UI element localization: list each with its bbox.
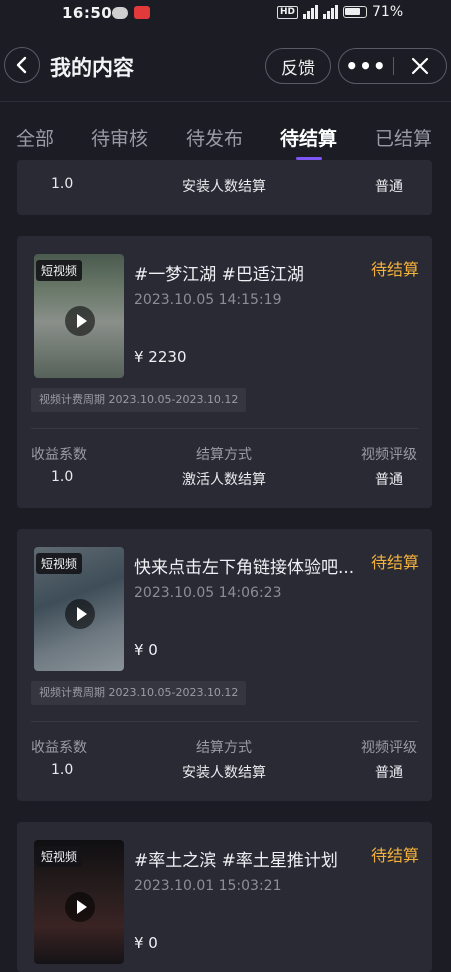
chevron-left-icon bbox=[16, 56, 27, 74]
close-button[interactable] bbox=[394, 49, 446, 83]
back-button[interactable] bbox=[4, 47, 40, 83]
notification-icons bbox=[112, 6, 150, 19]
close-icon bbox=[411, 57, 429, 75]
battery-icon bbox=[343, 6, 368, 18]
method-value: 激活人数结算 bbox=[182, 472, 266, 488]
short-video-tag: 短视频 bbox=[36, 846, 83, 867]
method-label: 结算方式 bbox=[196, 447, 252, 463]
status-right: HD 71% bbox=[277, 4, 403, 20]
play-icon bbox=[65, 892, 95, 922]
video-thumbnail[interactable]: 短视频 bbox=[34, 840, 124, 964]
short-video-tag: 短视频 bbox=[36, 260, 83, 281]
more-button[interactable]: ••• bbox=[339, 49, 393, 83]
status-badge: 待结算 bbox=[371, 553, 420, 572]
status-bar: 16:50 HD 71% bbox=[0, 0, 451, 26]
play-icon bbox=[65, 306, 95, 336]
signal-5g-icon bbox=[323, 5, 339, 19]
tab-under-review[interactable]: 待审核 bbox=[91, 124, 148, 151]
rating-value: 普通 bbox=[375, 179, 403, 195]
card-title: #率土之滨 #率土星推计划 bbox=[134, 851, 338, 871]
coef-value: 1.0 bbox=[51, 762, 74, 778]
rating-value: 普通 bbox=[375, 472, 403, 488]
rating-label: 视频评级 bbox=[361, 447, 417, 463]
card-date: 2023.10.01 15:03:21 bbox=[134, 878, 282, 894]
tab-to-publish[interactable]: 待发布 bbox=[186, 124, 243, 151]
content-card[interactable]: 短视频 #一梦江湖 #巴适江湖 待结算 2023.10.05 14:15:19 … bbox=[17, 236, 432, 508]
video-thumbnail[interactable]: 短视频 bbox=[34, 254, 124, 378]
wechat-icon bbox=[112, 6, 128, 19]
status-time: 16:50 bbox=[62, 4, 113, 22]
card-title: #一梦江湖 #巴适江湖 bbox=[134, 265, 304, 285]
header: 我的内容 反馈 ••• bbox=[0, 44, 451, 92]
card-date: 2023.10.05 14:15:19 bbox=[134, 292, 282, 308]
status-badge: 待结算 bbox=[371, 846, 420, 865]
card-date: 2023.10.05 14:06:23 bbox=[134, 585, 282, 601]
rating-value: 普通 bbox=[375, 765, 403, 781]
feedback-button[interactable]: 反馈 bbox=[265, 48, 331, 84]
card-price: ¥ 2230 bbox=[134, 348, 187, 366]
card-divider bbox=[31, 721, 418, 722]
hd-icon: HD bbox=[277, 5, 299, 19]
method-value: 安装人数结算 bbox=[182, 765, 266, 781]
method-label: 结算方式 bbox=[196, 740, 252, 756]
coef-label: 收益系数 bbox=[31, 447, 87, 463]
coef-value: 1.0 bbox=[51, 176, 74, 192]
billing-period: 视频计费周期 2023.10.05-2023.10.12 bbox=[31, 388, 247, 412]
tab-bar: 全部 待审核 待发布 待结算 已结算 bbox=[0, 124, 451, 158]
method-value: 安装人数结算 bbox=[182, 179, 266, 195]
tab-pending-settlement[interactable]: 待结算 bbox=[280, 124, 337, 151]
card-price: ¥ 0 bbox=[134, 641, 158, 659]
content-card[interactable]: 1.0 安装人数结算 普通 bbox=[17, 160, 432, 215]
mini-program-capsule: ••• bbox=[338, 48, 447, 84]
tab-settled[interactable]: 已结算 bbox=[375, 124, 432, 151]
card-price: ¥ 0 bbox=[134, 934, 158, 952]
page-title: 我的内容 bbox=[50, 56, 134, 80]
video-thumbnail[interactable]: 短视频 bbox=[34, 547, 124, 671]
rating-label: 视频评级 bbox=[361, 740, 417, 756]
card-divider bbox=[31, 428, 418, 429]
billing-period: 视频计费周期 2023.10.05-2023.10.12 bbox=[31, 681, 247, 705]
short-video-tag: 短视频 bbox=[36, 553, 83, 574]
content-card[interactable]: 短视频 快来点击左下角链接体验吧... 待结算 2023.10.05 14:06… bbox=[17, 529, 432, 801]
card-title: 快来点击左下角链接体验吧... bbox=[134, 558, 355, 578]
play-icon bbox=[65, 599, 95, 629]
battery-percent: 71% bbox=[372, 4, 404, 20]
coef-label: 收益系数 bbox=[31, 740, 87, 756]
status-badge: 待结算 bbox=[371, 260, 420, 279]
content-card[interactable]: 短视频 #率土之滨 #率土星推计划 待结算 2023.10.01 15:03:2… bbox=[17, 822, 432, 972]
header-divider bbox=[0, 101, 451, 102]
tab-all[interactable]: 全部 bbox=[16, 124, 54, 151]
coef-value: 1.0 bbox=[51, 469, 74, 485]
signal-icon bbox=[303, 5, 319, 19]
app-notification-icon bbox=[134, 6, 150, 19]
